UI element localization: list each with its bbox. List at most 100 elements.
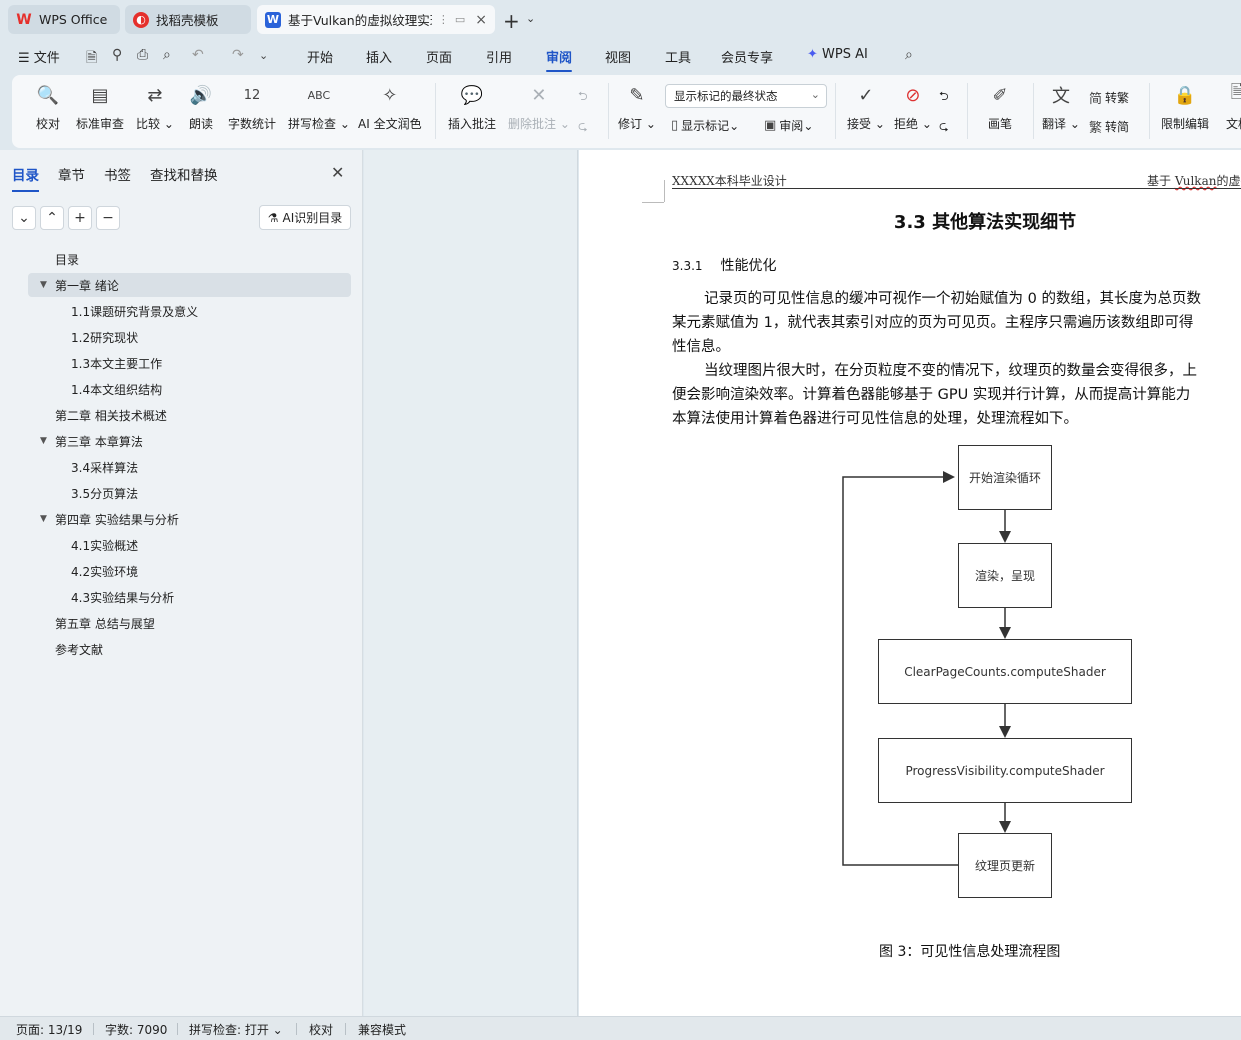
menu-tools[interactable]: 工具 (665, 47, 691, 66)
menu-review[interactable]: 审阅 (546, 47, 573, 72)
toc-item[interactable]: 目录 (28, 247, 351, 271)
reject-label: 拒绝 ⌄ (894, 117, 932, 131)
show-markup-button[interactable]: ▯ 显示标记 ⌄ (671, 117, 739, 134)
print-icon[interactable]: ⎙ (137, 47, 148, 63)
expand-up-button[interactable]: ⌃ (40, 206, 64, 230)
word-count-button[interactable]: 12 字数统计 (228, 81, 276, 132)
chevron-down-icon[interactable]: ⌄ (526, 12, 535, 25)
flow-node-start-render-loop: 开始渲染循环 (958, 445, 1052, 510)
menu-references[interactable]: 引用 (486, 47, 512, 66)
toc-item[interactable]: ▼ 第四章 实验结果与分析 (28, 507, 351, 531)
expand-arrow-icon[interactable]: ▼ (40, 280, 47, 290)
nav-tab-chapters[interactable]: 章节 (58, 164, 85, 184)
delete-comment-button[interactable]: ✕ 删除批注 ⌄ (508, 81, 570, 132)
proofread-status[interactable]: 校对 (309, 1021, 333, 1038)
read-aloud-button[interactable]: 🔊 朗读 (187, 81, 215, 132)
next-comment-icon[interactable]: ⮎ (578, 117, 588, 138)
toc-item[interactable]: 1.4本文组织结构 (28, 377, 351, 401)
chevron-down-icon[interactable]: ⌄ (259, 49, 268, 62)
menu-view[interactable]: 视图 (605, 47, 631, 66)
page-indicator[interactable]: 页面: 13/19 (16, 1021, 82, 1038)
remove-heading-button[interactable]: − (96, 206, 120, 230)
format-painter-icon[interactable]: ⚲ (112, 47, 122, 63)
pen-button[interactable]: ✐ 画笔 (986, 81, 1014, 132)
restrict-edit-label: 限制编辑 (1161, 117, 1210, 131)
prev-change-icon[interactable]: ⮌ (939, 87, 949, 108)
menu-insert[interactable]: 插入 (366, 47, 392, 66)
tab-docer-templates[interactable]: ◐ 找稻壳模板 (125, 5, 251, 34)
add-heading-button[interactable]: + (68, 206, 92, 230)
toc-item-label: 第一章 绪论 (55, 278, 119, 293)
insert-comment-button[interactable]: 💬 插入批注 (448, 81, 496, 132)
toc-item[interactable]: 1.1课题研究背景及意义 (28, 299, 351, 323)
new-tab-icon[interactable]: + (503, 9, 520, 33)
close-icon[interactable]: ✕ (331, 163, 344, 182)
chevron-up-icon: ⌃ (46, 210, 58, 226)
compare-button[interactable]: ⇄ 比较 ⌄ (136, 81, 174, 132)
simplified-icon: 繁 (1089, 121, 1103, 136)
docer-icon: ◐ (133, 11, 149, 28)
prev-comment-icon[interactable]: ⮌ (578, 87, 588, 108)
word-count-indicator[interactable]: 字数: 7090 (105, 1021, 167, 1038)
track-changes-button[interactable]: ✎ 修订 ⌄ (618, 81, 656, 132)
menu-home[interactable]: 开始 (307, 47, 333, 66)
std-review-button[interactable]: ▤ 标准审查 (76, 81, 124, 132)
search-icon[interactable]: ⌕ (905, 47, 913, 63)
toc-item[interactable]: 1.2研究现状 (28, 325, 351, 349)
close-icon[interactable]: × (475, 12, 487, 28)
nav-tab-bookmarks[interactable]: 书签 (104, 164, 131, 184)
save-icon[interactable]: 🗎 (86, 47, 97, 71)
word-doc-icon: W (265, 11, 281, 28)
nav-tab-find-replace[interactable]: 查找和替换 (150, 164, 218, 184)
tab-current-document[interactable]: W 基于Vulkan的虚拟纹理实现 ⋮ ▭ × (257, 5, 495, 34)
menu-member[interactable]: 会员专享 (721, 47, 773, 66)
toc-item-label: 第四章 实验结果与分析 (55, 512, 179, 527)
toc-item[interactable]: 1.3本文主要工作 (28, 351, 351, 375)
toc-item[interactable]: ▼ 第三章 本章算法 (28, 429, 351, 453)
translate-button[interactable]: 文 翻译 ⌄ (1042, 81, 1080, 132)
toc-item[interactable]: 4.2实验环境 (28, 559, 351, 583)
menu-page[interactable]: 页面 (426, 47, 452, 66)
review-pane-button[interactable]: ▣ 审阅 ⌄ (764, 117, 813, 134)
collapse-all-button[interactable]: ⌄ (12, 206, 36, 230)
spell-check-status[interactable]: 拼写检查: 打开 ⌄ (189, 1021, 283, 1038)
toc-item[interactable]: 3.4采样算法 (28, 455, 351, 479)
divider (608, 83, 609, 139)
reject-button[interactable]: ⊘ 拒绝 ⌄ (894, 81, 932, 132)
next-change-icon[interactable]: ⮎ (939, 117, 949, 138)
expand-arrow-icon[interactable]: ▼ (40, 514, 47, 524)
tab-wps-office[interactable]: W WPS Office (8, 5, 120, 34)
to-simplified-button[interactable]: 繁转简 (1089, 117, 1129, 136)
to-traditional-button[interactable]: 简转繁 (1089, 88, 1129, 107)
expand-arrow-icon[interactable]: ▼ (40, 436, 47, 446)
review-ribbon: 🔍 校对 ▤ 标准审查 ⇄ 比较 ⌄ 🔊 朗读 12 字数统计 ABC 拼写检查… (12, 75, 1241, 148)
review-pane-icon: ▣ (764, 118, 777, 133)
toc-item[interactable]: 4.3实验结果与分析 (28, 585, 351, 609)
subsection-title: 3.3.1 性能优化 (672, 258, 777, 274)
restrict-edit-button[interactable]: 🔒 限制编辑 (1161, 81, 1209, 132)
proofread-button[interactable]: 🔍 校对 (34, 81, 62, 132)
toc-item-label: 1.3本文主要工作 (71, 356, 163, 371)
spell-check-button[interactable]: ABC 拼写检查 ⌄ (288, 81, 350, 132)
toc-item-label: 3.4采样算法 (71, 460, 139, 475)
accept-button[interactable]: ✓ 接受 ⌄ (847, 81, 885, 132)
redo-icon[interactable]: ↷ (232, 47, 244, 63)
toc-item[interactable]: 参考文献 (28, 637, 351, 661)
toc-item[interactable]: 4.1实验概述 (28, 533, 351, 557)
print-preview-icon[interactable]: ⌕ (163, 47, 171, 63)
nav-tab-toc[interactable]: 目录 (12, 164, 39, 192)
paragraph-line: 本算法使用计算着色器进行可见性信息的处理，处理流程如下。 (672, 411, 1078, 427)
undo-icon[interactable]: ↶ (192, 47, 204, 63)
wps-ai-button[interactable]: ✦ WPS AI (807, 47, 868, 62)
toc-item[interactable]: 第二章 相关技术概述 (28, 403, 351, 427)
ai-polish-button[interactable]: ✧ AI 全文润色 (358, 81, 422, 132)
document-page[interactable]: XXXXX本科毕业设计 基于 Vulkan的虚拟 3.3 其他算法实现细节 3.… (579, 150, 1241, 1016)
toc-item[interactable]: 第五章 总结与展望 (28, 611, 351, 635)
markup-state-select[interactable]: 显示标记的最终状态 ⌄ (665, 84, 827, 108)
toc-item[interactable]: 3.5分页算法 (28, 481, 351, 505)
doc-protect-button[interactable]: 🗎 文档 (1224, 81, 1241, 132)
file-menu[interactable]: ☰ 文件 (18, 47, 60, 66)
screen-icon[interactable]: ▭ (455, 13, 465, 26)
toc-item[interactable]: ▼ 第一章 绪论 (28, 273, 351, 297)
ai-toc-button[interactable]: ⚗ AI识别目录 (259, 205, 351, 230)
